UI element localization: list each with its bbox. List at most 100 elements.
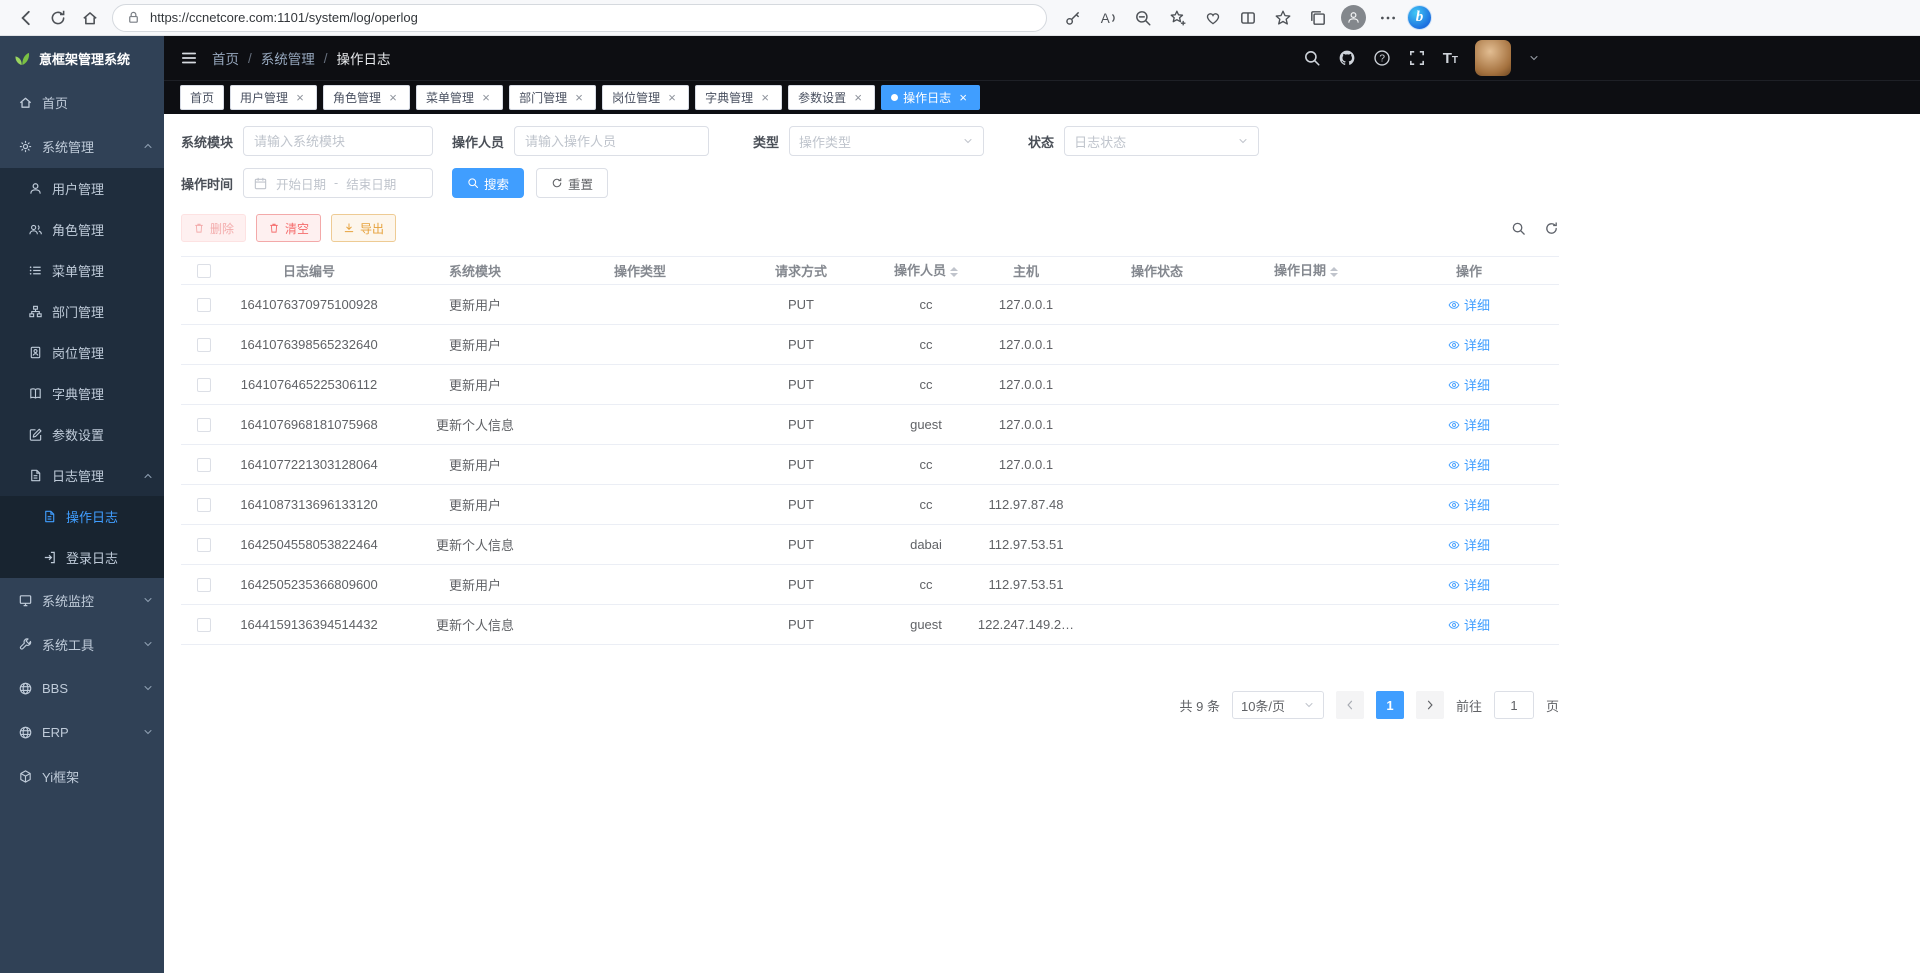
github-icon[interactable] [1338, 49, 1356, 67]
sidebar-item-operation-log[interactable]: 操作日志 [0, 496, 164, 537]
breadcrumb-system-management[interactable]: 系统管理 [261, 48, 315, 68]
goto-page-input[interactable] [1494, 691, 1534, 719]
detail-link[interactable]: 详细 [1448, 375, 1490, 394]
sidebar-item-erp[interactable]: ERP [0, 710, 164, 754]
row-checkbox[interactable] [197, 538, 211, 552]
header-search-icon[interactable] [1303, 49, 1321, 67]
breadcrumb-home[interactable]: 首页 [212, 48, 239, 68]
sidebar-item-user-management[interactable]: 用户管理 [0, 168, 164, 209]
next-page-button[interactable] [1416, 691, 1444, 719]
sidebar-item-post-management[interactable]: 岗位管理 [0, 332, 164, 373]
add-favorite-icon[interactable] [1162, 3, 1194, 33]
tab-operation-log[interactable]: 操作日志 [881, 85, 980, 110]
sidebar-collapse-icon[interactable] [180, 49, 198, 67]
sidebar-item-system-monitoring[interactable]: 系统监控 [0, 578, 164, 622]
fullscreen-icon[interactable] [1408, 49, 1426, 67]
browser-profile-avatar[interactable] [1337, 3, 1369, 33]
reset-button[interactable]: 重置 [536, 168, 608, 198]
tab-close-icon[interactable] [572, 91, 586, 105]
detail-link[interactable]: 详细 [1448, 415, 1490, 434]
tab-close-icon[interactable] [851, 91, 865, 105]
row-checkbox[interactable] [197, 378, 211, 392]
sidebar-item-label: 系统工具 [42, 635, 133, 654]
toggle-search-icon[interactable] [1511, 221, 1526, 236]
browser-refresh-button[interactable] [42, 3, 74, 33]
current-page-button[interactable]: 1 [1376, 691, 1404, 719]
tab-user-management[interactable]: 用户管理 [230, 85, 317, 110]
tab-close-icon[interactable] [956, 91, 970, 105]
sidebar-item-department-management[interactable]: 部门管理 [0, 291, 164, 332]
sidebar-item-menu-management[interactable]: 菜单管理 [0, 250, 164, 291]
tab-close-icon[interactable] [386, 91, 400, 105]
row-checkbox[interactable] [197, 578, 211, 592]
sidebar-item-yi-framework[interactable]: Yi框架 [0, 754, 164, 798]
sidebar-item-log-management[interactable]: 日志管理 [0, 455, 164, 496]
detail-link[interactable]: 详细 [1448, 575, 1490, 594]
detail-link[interactable]: 详细 [1448, 615, 1490, 634]
sort-carets-icon[interactable] [950, 263, 958, 281]
font-size-icon[interactable] [1443, 50, 1458, 67]
clear-button[interactable]: 清空 [256, 214, 321, 242]
favorites-icon[interactable] [1267, 3, 1299, 33]
detail-link[interactable]: 详细 [1448, 535, 1490, 554]
detail-link[interactable]: 详细 [1448, 295, 1490, 314]
avatar-caret-icon[interactable] [1528, 52, 1540, 64]
detail-link[interactable]: 详细 [1448, 335, 1490, 354]
search-button[interactable]: 搜索 [452, 168, 524, 198]
help-icon[interactable] [1373, 49, 1391, 67]
cell-module: 更新用户 [391, 445, 559, 485]
collections-icon[interactable] [1302, 3, 1334, 33]
tab-menu-management[interactable]: 菜单管理 [416, 85, 503, 110]
split-screen-icon[interactable] [1232, 3, 1264, 33]
sidebar-item-system-tools[interactable]: 系统工具 [0, 622, 164, 666]
row-checkbox[interactable] [197, 298, 211, 312]
row-checkbox[interactable] [197, 418, 211, 432]
read-aloud-icon[interactable] [1092, 3, 1124, 33]
browser-menu-icon[interactable] [1372, 3, 1404, 33]
tab-post-management[interactable]: 岗位管理 [602, 85, 689, 110]
date-range-picker[interactable]: 开始日期 - 结束日期 [243, 168, 433, 198]
refresh-table-icon[interactable] [1544, 221, 1559, 236]
browser-home-button[interactable] [74, 3, 106, 33]
prev-page-button[interactable] [1336, 691, 1364, 719]
sidebar-item-bbs[interactable]: BBS [0, 666, 164, 710]
browser-back-button[interactable] [10, 3, 42, 33]
address-bar[interactable]: https://ccnetcore.com:1101/system/log/op… [112, 4, 1047, 32]
detail-link[interactable]: 详细 [1448, 455, 1490, 474]
sidebar-item-role-management[interactable]: 角色管理 [0, 209, 164, 250]
module-input[interactable] [243, 126, 433, 156]
sidebar-item-system-management[interactable]: 系统管理 [0, 124, 164, 168]
row-checkbox[interactable] [197, 498, 211, 512]
sidebar-item-parameter-settings[interactable]: 参数设置 [0, 414, 164, 455]
sidebar-item-home[interactable]: 首页 [0, 80, 164, 124]
delete-button[interactable]: 删除 [181, 214, 246, 242]
operator-input[interactable] [514, 126, 709, 156]
zoom-out-icon[interactable] [1127, 3, 1159, 33]
browser-essentials-icon[interactable] [1197, 3, 1229, 33]
detail-link[interactable]: 详细 [1448, 495, 1490, 514]
status-select[interactable]: 日志状态 [1064, 126, 1259, 156]
tab-close-icon[interactable] [293, 91, 307, 105]
password-key-icon[interactable] [1057, 3, 1089, 33]
bing-chat-icon[interactable] [1407, 5, 1432, 30]
sort-carets-icon[interactable] [1330, 263, 1338, 281]
row-checkbox[interactable] [197, 338, 211, 352]
tab-role-management[interactable]: 角色管理 [323, 85, 410, 110]
user-avatar[interactable] [1475, 40, 1511, 76]
tab-department-management[interactable]: 部门管理 [509, 85, 596, 110]
tab-close-icon[interactable] [665, 91, 679, 105]
row-checkbox[interactable] [197, 458, 211, 472]
type-select[interactable]: 操作类型 [789, 126, 984, 156]
select-all-checkbox[interactable] [197, 264, 211, 278]
row-checkbox[interactable] [197, 618, 211, 632]
tab-home[interactable]: 首页 [180, 85, 224, 110]
tab-close-icon[interactable] [479, 91, 493, 105]
tab-dictionary-management[interactable]: 字典管理 [695, 85, 782, 110]
sidebar-item-login-log[interactable]: 登录日志 [0, 537, 164, 578]
page-size-select[interactable]: 10条/页 [1232, 691, 1324, 719]
column-date: 操作日期 [1233, 257, 1379, 285]
sidebar-item-dictionary-management[interactable]: 字典管理 [0, 373, 164, 414]
tab-close-icon[interactable] [758, 91, 772, 105]
export-button[interactable]: 导出 [331, 214, 396, 242]
tab-parameter-settings[interactable]: 参数设置 [788, 85, 875, 110]
